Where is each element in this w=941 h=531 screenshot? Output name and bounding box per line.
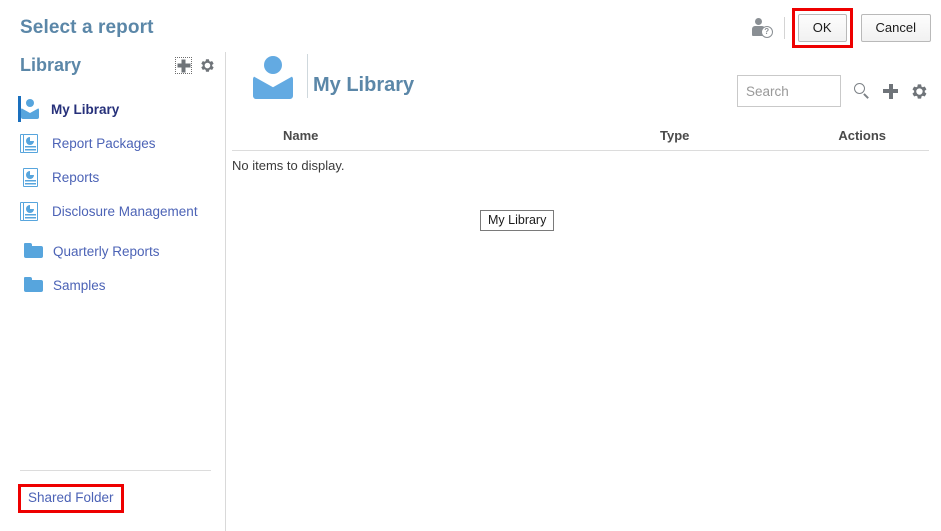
report-package-icon	[20, 133, 41, 154]
cancel-button[interactable]: Cancel	[860, 14, 931, 42]
table-header-rule	[232, 150, 929, 151]
gear-icon[interactable]	[911, 83, 928, 100]
page-title: Select a report	[20, 17, 154, 38]
sidebar-item-label: My Library	[51, 101, 120, 117]
user-help-icon[interactable]: ?	[751, 16, 774, 40]
main-header: My Library	[227, 52, 941, 122]
ok-button[interactable]: OK	[797, 14, 847, 42]
sidebar-item-report-packages[interactable]: Report Packages	[0, 126, 225, 160]
select-report-dialog: Select a report ? OK Cancel Library My L…	[0, 0, 941, 531]
library-sidebar: Library My Library Report Packages Repor…	[0, 52, 226, 531]
library-header-actions	[175, 57, 215, 74]
shared-folder-link[interactable]: Shared Folder	[28, 490, 114, 505]
table-header-row: Name Type Actions	[227, 122, 941, 151]
main-toolbar	[737, 75, 928, 107]
folder-icon	[24, 243, 43, 259]
header-divider	[307, 54, 308, 98]
search-icon[interactable]	[854, 83, 870, 99]
library-table: Name Type Actions No items to display.	[227, 122, 941, 173]
main-title: My Library	[313, 74, 415, 96]
library-nav-list: My Library Report Packages Reports Discl…	[0, 92, 225, 302]
sidebar-item-samples[interactable]: Samples	[0, 268, 225, 302]
gear-icon[interactable]	[200, 58, 215, 73]
main-panel: My Library Name Type Ac	[227, 52, 941, 531]
folder-icon	[24, 277, 43, 293]
my-library-tooltip: My Library	[480, 210, 555, 231]
search-input[interactable]	[737, 75, 841, 107]
column-header-type[interactable]: Type	[660, 128, 689, 143]
shared-folder-highlight: Shared Folder	[18, 484, 124, 513]
person-icon	[253, 56, 293, 99]
column-header-name[interactable]: Name	[283, 128, 318, 143]
sidebar-item-quarterly-reports[interactable]: Quarterly Reports	[0, 234, 225, 268]
sidebar-item-my-library[interactable]: My Library	[0, 92, 225, 126]
person-icon	[20, 99, 40, 119]
sidebar-divider	[20, 470, 211, 471]
sidebar-item-label: Samples	[53, 277, 106, 293]
plus-icon[interactable]	[883, 83, 898, 99]
sidebar-item-label: Quarterly Reports	[53, 243, 160, 259]
dialog-actions: ? OK Cancel	[751, 8, 931, 48]
report-icon	[20, 167, 41, 188]
disclosure-management-icon	[20, 201, 41, 222]
sidebar-item-label: Reports	[52, 169, 100, 185]
library-header: Library	[0, 52, 225, 86]
sidebar-item-label: Disclosure Management	[52, 203, 198, 219]
toolbar-divider	[783, 17, 785, 39]
sidebar-item-reports[interactable]: Reports	[0, 160, 225, 194]
library-heading: Library	[20, 55, 82, 75]
plus-icon[interactable]	[175, 57, 192, 74]
column-header-actions: Actions	[838, 128, 886, 143]
sidebar-item-label: Report Packages	[52, 135, 156, 151]
sidebar-item-disclosure-management[interactable]: Disclosure Management	[0, 194, 225, 228]
table-empty-message: No items to display.	[232, 158, 345, 173]
ok-button-highlight: OK	[791, 8, 853, 48]
